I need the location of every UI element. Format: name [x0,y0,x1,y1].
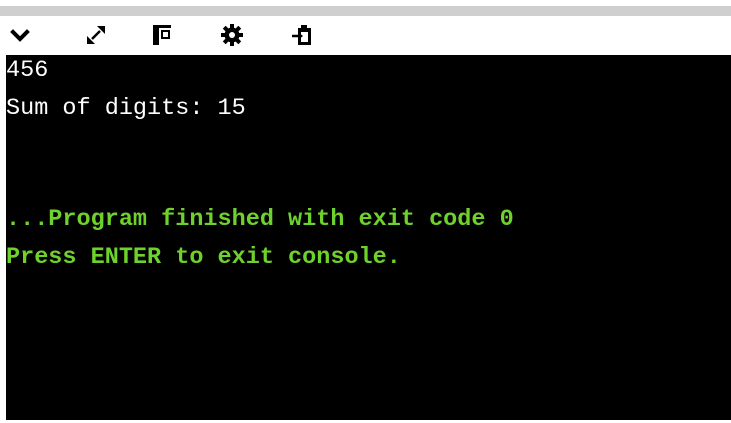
copy-output-button[interactable] [286,20,318,50]
window-top-border [0,6,731,16]
console-toolbar [0,16,731,55]
exit-prompt-line: Press ENTER to exit console. [6,244,401,271]
output-line: Sum of digits: 15 [6,95,246,122]
chevron-down-icon [10,29,30,42]
expand-icon [87,26,105,44]
expand-console-button[interactable] [80,20,112,50]
toggle-panel-button[interactable] [146,20,178,50]
output-line: 456 [6,57,49,84]
clipboard-icon [292,25,311,45]
console-output[interactable]: 456 Sum of digits: 15 ...Program finishe… [6,55,731,423]
settings-button[interactable] [216,20,248,50]
exit-status-line: ...Program finished with exit code 0 [6,206,514,233]
collapse-console-button[interactable] [4,20,36,50]
panel-toggle-icon [153,25,171,45]
gear-icon [221,24,243,46]
